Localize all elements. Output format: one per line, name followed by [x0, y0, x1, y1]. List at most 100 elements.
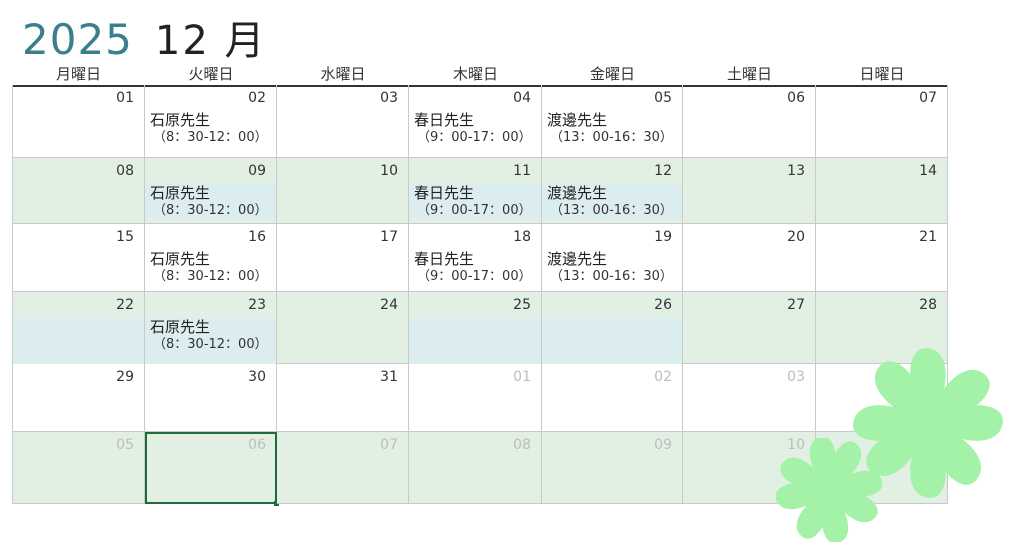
- cell-highlight: [13, 318, 144, 364]
- day-number: 04: [513, 90, 531, 106]
- event-time: （9：00-17：00）: [417, 130, 532, 145]
- day-number: 06: [787, 90, 805, 106]
- day-number: 31: [380, 369, 398, 385]
- day-cell[interactable]: 25: [409, 292, 542, 364]
- day-cell[interactable]: 18 春日先生 （9：00-17：00）: [409, 224, 542, 292]
- weekday-tue: 火曜日: [188, 65, 234, 83]
- day-cell[interactable]: 07: [816, 85, 948, 158]
- day-cell[interactable]: 01: [12, 85, 145, 158]
- day-number: 05: [654, 90, 672, 106]
- day-number: 16: [248, 229, 266, 245]
- cell-highlight: [542, 318, 682, 364]
- day-number: 01: [116, 90, 134, 106]
- day-cell[interactable]: 21: [816, 224, 948, 292]
- week-row: 08 09 石原先生 （8：30-12：00） 10 11 春日先生 （9：00-1…: [12, 158, 948, 224]
- event-entry[interactable]: 石原先生 （8：30-12：00）: [145, 184, 276, 219]
- month-label: 12 月: [154, 18, 267, 64]
- day-number: 09: [248, 163, 266, 179]
- day-number: 14: [919, 163, 937, 179]
- event-time: （13：00-16：30）: [550, 203, 673, 218]
- day-number: 30: [248, 369, 266, 385]
- day-number: 12: [654, 163, 672, 179]
- day-cell[interactable]: 08: [12, 158, 145, 224]
- day-cell[interactable]: 02: [542, 364, 683, 432]
- event-teacher: 春日先生: [414, 184, 475, 202]
- day-cell[interactable]: 04 春日先生 （9：00-17：00）: [409, 85, 542, 158]
- event-entry[interactable]: 渡邊先生 （13：00-16：30）: [542, 184, 682, 219]
- day-number: 20: [787, 229, 805, 245]
- day-cell[interactable]: 17: [277, 224, 409, 292]
- event-time: （9：00-17：00）: [417, 269, 532, 284]
- day-cell[interactable]: 27: [683, 292, 816, 364]
- day-cell[interactable]: 11 春日先生 （9：00-17：00）: [409, 158, 542, 224]
- day-number: 03: [787, 369, 805, 385]
- day-number: 10: [380, 163, 398, 179]
- day-number: 18: [513, 229, 531, 245]
- event-time: （9：00-17：00）: [417, 203, 532, 218]
- day-number: 11: [513, 163, 531, 179]
- day-cell[interactable]: 16 石原先生 （8：30-12：00）: [145, 224, 277, 292]
- day-number: 08: [513, 437, 531, 453]
- day-cell[interactable]: 23 石原先生 （8：30-12：00）: [145, 292, 277, 364]
- day-number: 23: [248, 297, 266, 313]
- day-cell[interactable]: 20: [683, 224, 816, 292]
- day-number: 08: [116, 163, 134, 179]
- day-cell[interactable]: 07: [277, 432, 409, 504]
- event-teacher: 春日先生: [414, 250, 475, 268]
- event-teacher: 渡邊先生: [547, 250, 608, 268]
- day-cell[interactable]: 03: [683, 364, 816, 432]
- event-entry[interactable]: 石原先生 （8：30-12：00）: [145, 250, 276, 285]
- event-teacher: 渡邊先生: [547, 184, 608, 202]
- day-cell[interactable]: 22: [12, 292, 145, 364]
- event-entry[interactable]: 春日先生 （9：00-17：00）: [409, 111, 541, 146]
- day-cell[interactable]: 14: [816, 158, 948, 224]
- event-teacher: 石原先生: [150, 250, 211, 268]
- event-entry[interactable]: 春日先生 （9：00-17：00）: [409, 184, 541, 219]
- day-cell[interactable]: 19 渡邊先生 （13：00-16：30）: [542, 224, 683, 292]
- event-teacher: 石原先生: [150, 318, 211, 336]
- weekday-mon: 月曜日: [55, 65, 101, 83]
- day-number: 25: [513, 297, 531, 313]
- day-number: 01: [513, 369, 531, 385]
- day-cell[interactable]: 31: [277, 364, 409, 432]
- day-cell[interactable]: 15: [12, 224, 145, 292]
- day-number: 03: [380, 90, 398, 106]
- day-cell[interactable]: 05: [12, 432, 145, 504]
- day-cell[interactable]: 12 渡邊先生 （13：00-16：30）: [542, 158, 683, 224]
- day-number: 19: [654, 229, 672, 245]
- weekday-thu: 木曜日: [452, 65, 498, 83]
- day-cell[interactable]: 10: [277, 158, 409, 224]
- event-entry[interactable]: 石原先生 （8：30-12：00）: [145, 111, 276, 146]
- day-cell[interactable]: 24: [277, 292, 409, 364]
- day-cell[interactable]: 05 渡邊先生 （13：00-16：30）: [542, 85, 683, 158]
- day-cell[interactable]: 09: [542, 432, 683, 504]
- weekday-header: 月曜日 火曜日 水曜日 木曜日 金曜日 土曜日 日曜日: [12, 63, 948, 87]
- weekday-sun: 日曜日: [859, 65, 905, 83]
- day-cell[interactable]: 02 石原先生 （8：30-12：00）: [145, 85, 277, 158]
- selected-day-cell[interactable]: 06: [145, 432, 279, 506]
- day-cell[interactable]: 08: [409, 432, 542, 504]
- year-label: 2025: [22, 15, 133, 64]
- week-row: 01 02 石原先生 （8：30-12：00） 03 04 春日先生 （9：00-1…: [12, 85, 948, 158]
- day-cell[interactable]: 09 石原先生 （8：30-12：00）: [145, 158, 277, 224]
- day-number: 07: [919, 90, 937, 106]
- day-cell[interactable]: 03: [277, 85, 409, 158]
- day-cell[interactable]: 13: [683, 158, 816, 224]
- day-number: 24: [380, 297, 398, 313]
- day-cell[interactable]: 26: [542, 292, 683, 364]
- day-cell[interactable]: 29: [12, 364, 145, 432]
- event-teacher: 春日先生: [414, 111, 475, 129]
- event-time: （13：00-16：30）: [550, 130, 673, 145]
- event-time: （8：30-12：00）: [153, 269, 268, 284]
- day-number: 21: [919, 229, 937, 245]
- event-entry[interactable]: 渡邊先生 （13：00-16：30）: [542, 111, 682, 146]
- event-time: （8：30-12：00）: [153, 130, 268, 145]
- day-cell[interactable]: 30: [145, 364, 277, 432]
- event-entry[interactable]: 渡邊先生 （13：00-16：30）: [542, 250, 682, 285]
- day-cell[interactable]: 06: [683, 85, 816, 158]
- day-cell[interactable]: 01: [409, 364, 542, 432]
- day-number: 07: [380, 437, 398, 453]
- event-teacher: 渡邊先生: [547, 111, 608, 129]
- event-entry[interactable]: 春日先生 （9：00-17：00）: [409, 250, 541, 285]
- event-entry[interactable]: 石原先生 （8：30-12：00）: [145, 318, 276, 364]
